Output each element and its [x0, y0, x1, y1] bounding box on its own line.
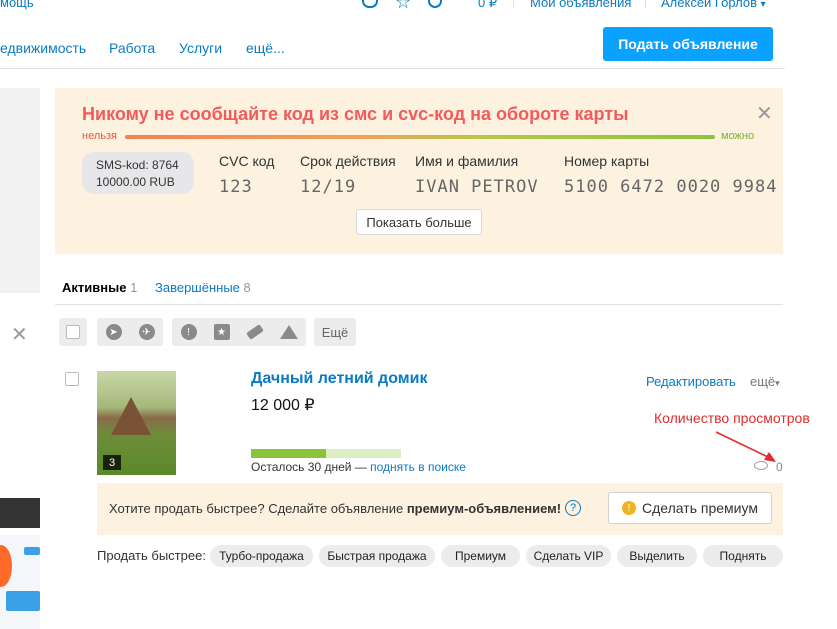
top-divider [513, 0, 514, 8]
make-premium-label: Сделать премиум [642, 500, 758, 516]
sms-amount: 10000.00 RUB [96, 175, 175, 189]
expiry-header: Срок действия [300, 153, 396, 169]
nav-item-jobs[interactable]: Работа [109, 40, 155, 56]
eye-icon [754, 461, 768, 470]
blue-bar [6, 591, 40, 611]
house-roof-shape [111, 397, 151, 435]
highlight-button[interactable]: Выделить [617, 545, 697, 567]
help-icon[interactable]: ? [565, 500, 581, 516]
tab-active[interactable]: Активные 1 [62, 280, 137, 295]
sell-faster-label: Продать быстрее: [97, 548, 206, 563]
days-progress-fill [251, 449, 326, 458]
user-name: Алексей Горлов [661, 0, 757, 10]
premium-text: Хотите продать быстрее? Сделайте объявле… [109, 501, 561, 516]
left-sidebar-panel [0, 88, 40, 293]
close-warning-icon[interactable]: ✕ [756, 104, 773, 124]
days-left-row: Осталось 30 дней — поднять в поиске [251, 460, 466, 474]
listing-checkbox[interactable] [65, 372, 79, 386]
listing-title[interactable]: Дачный летний домик [251, 370, 427, 388]
checkbox [65, 372, 79, 386]
tab-finished[interactable]: Завершённые 8 [155, 280, 251, 295]
warning-title: Никому не сообщайте код из смс и cvc-код… [82, 104, 629, 124]
wallet-balance[interactable]: 0 ₽ [478, 0, 497, 11]
cvc-value: 123 [219, 177, 253, 197]
top-left-link[interactable]: мощь [0, 0, 34, 10]
user-menu[interactable]: Алексей Горлов ▾ [661, 0, 766, 10]
left-ad-fragment [0, 535, 40, 629]
safety-gradient-bar [125, 135, 715, 139]
tab-finished-label: Завершённые [155, 280, 240, 295]
chevron-down-icon: ▾ [775, 378, 780, 388]
card-number-header: Номер карты [564, 153, 650, 169]
name-value: IVAN PETROV [415, 177, 539, 197]
toolbar-group-1: ➤ ✈ [97, 318, 163, 346]
name-header: Имя и фамилия [415, 153, 519, 169]
nav-item-more[interactable]: ещё... [246, 40, 285, 56]
tab-finished-count: 8 [243, 280, 251, 295]
premium-text-plain: Хотите продать быстрее? Сделайте объявле… [109, 501, 407, 516]
tabs-divider [55, 304, 783, 305]
photo-count-badge: 3 [103, 455, 121, 470]
premium-text-bold: премиум-объявлением! [406, 501, 562, 516]
label-forbidden: нельзя [82, 130, 117, 142]
top-divider [645, 0, 646, 8]
premium-option-button[interactable]: Премиум [441, 545, 520, 567]
expiry-value: 12/19 [300, 177, 357, 197]
sms-code: SMS-kod: 8764 [96, 158, 179, 172]
marker-icon[interactable] [245, 324, 264, 340]
star-icon[interactable]: ☆ [395, 0, 411, 13]
compass-icon[interactable]: ➤ [105, 324, 122, 340]
views-annotation: Количество просмотров [654, 410, 810, 426]
chevron-down-icon: ▾ [760, 0, 766, 10]
quick-sale-button[interactable]: Быстрая продажа [319, 545, 435, 567]
sms-bubble: SMS-kod: 8764 10000.00 RUB [82, 152, 194, 194]
turbo-sale-button[interactable]: Турбо-продажа [210, 545, 313, 567]
messages-icon[interactable] [362, 0, 378, 8]
raise-button[interactable]: Поднять [703, 545, 783, 567]
make-premium-button[interactable]: ! Сделать премиум [608, 492, 772, 524]
alert-icon[interactable]: ! [180, 324, 197, 340]
annotation-arrow [715, 431, 776, 462]
star-box-icon[interactable]: ★ [213, 324, 230, 340]
listing-more-label: ещё [750, 374, 776, 389]
left-dark-banner [0, 498, 40, 528]
toolbar-group-2: ! ★ [172, 318, 306, 346]
nav-divider [0, 68, 785, 69]
arrow-up-icon[interactable] [279, 325, 298, 339]
select-all-checkbox[interactable] [59, 318, 87, 346]
nav-item-services[interactable]: Услуги [179, 40, 222, 56]
label-allowed: можно [721, 130, 755, 142]
blue-bar [24, 547, 40, 555]
raise-in-search-link[interactable]: поднять в поиске [370, 460, 466, 474]
tab-active-label: Активные [62, 280, 127, 295]
tab-active-count: 1 [130, 280, 138, 295]
cvc-header: CVC код [219, 153, 275, 169]
days-left-text: Осталось 30 дней — [251, 460, 367, 474]
toolbar-more-button[interactable]: Ещё [314, 318, 356, 346]
my-ads-link[interactable]: Мои объявления [530, 0, 631, 10]
orange-circle-icon [0, 545, 12, 587]
card-number-value: 5100 6472 0020 9984 [564, 177, 778, 197]
edit-link[interactable]: Редактировать [646, 374, 736, 389]
plane-icon[interactable]: ✈ [138, 324, 155, 340]
coin-icon: ! [622, 501, 637, 515]
make-vip-button[interactable]: Сделать VIP [526, 545, 611, 567]
views-count: 0 [776, 460, 783, 474]
listing-price: 12 000 ₽ [251, 397, 315, 414]
close-icon[interactable]: ✕ [11, 325, 28, 345]
nav-item-realty[interactable]: едвижимость [0, 40, 86, 56]
post-ad-button[interactable]: Подать объявление [603, 27, 773, 61]
search-icon[interactable] [428, 0, 442, 8]
checkbox [66, 325, 80, 339]
listing-more-menu[interactable]: ещё▾ [750, 374, 780, 389]
show-more-button[interactable]: Показать больше [356, 209, 482, 235]
